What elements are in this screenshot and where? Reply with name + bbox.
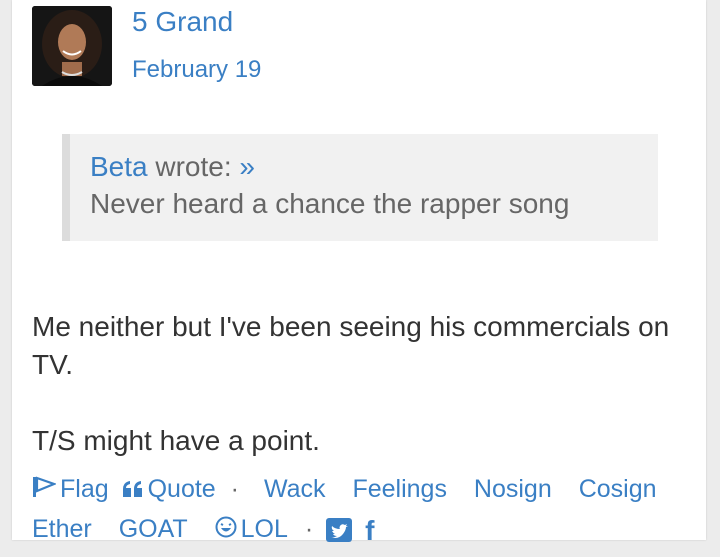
quote-label: Quote [147, 475, 216, 503]
reaction-goat[interactable]: GOAT [119, 510, 188, 549]
laugh-icon [215, 511, 237, 550]
separator: · [230, 475, 239, 503]
author-name[interactable]: 5 Grand [132, 6, 233, 38]
facebook-share-icon[interactable]: f [365, 511, 374, 550]
quote-source-link[interactable]: » [239, 151, 255, 182]
lol-label: LOL [240, 514, 288, 543]
quote-wrote-label: wrote: [155, 151, 232, 182]
separator: · [304, 514, 314, 543]
flag-label: Flag [60, 475, 109, 503]
reaction-lol[interactable]: LOL [215, 510, 288, 550]
quote-icon [122, 471, 144, 510]
flag-button[interactable]: Flag [32, 470, 109, 510]
avatar[interactable] [32, 6, 112, 86]
comment-paragraph: T/S might have a point. [32, 425, 320, 456]
quote-header: Beta wrote: » [90, 149, 638, 185]
comment-card: 5 Grand February 19 Beta wrote: » Never … [12, 0, 706, 546]
reaction-bar: Flag Quote · Wack Feelings Nosign Cosign… [32, 470, 692, 550]
reaction-feelings[interactable]: Feelings [352, 470, 447, 509]
quote-button[interactable]: Quote [122, 470, 216, 510]
comment-body: Me neither but I've been seeing his comm… [32, 308, 692, 460]
quote-text: Never heard a chance the rapper song [90, 188, 570, 219]
reaction-nosign[interactable]: Nosign [474, 470, 552, 509]
flag-icon [32, 471, 58, 510]
reaction-ether[interactable]: Ether [32, 510, 92, 549]
quote-block: Beta wrote: » Never heard a chance the r… [62, 134, 658, 241]
reaction-wack[interactable]: Wack [264, 470, 326, 509]
reaction-cosign[interactable]: Cosign [579, 470, 657, 509]
post-date[interactable]: February 19 [132, 56, 261, 84]
comment-paragraph: Me neither but I've been seeing his comm… [32, 311, 670, 380]
quote-user-link[interactable]: Beta [90, 151, 148, 182]
twitter-share-icon[interactable] [326, 518, 353, 543]
